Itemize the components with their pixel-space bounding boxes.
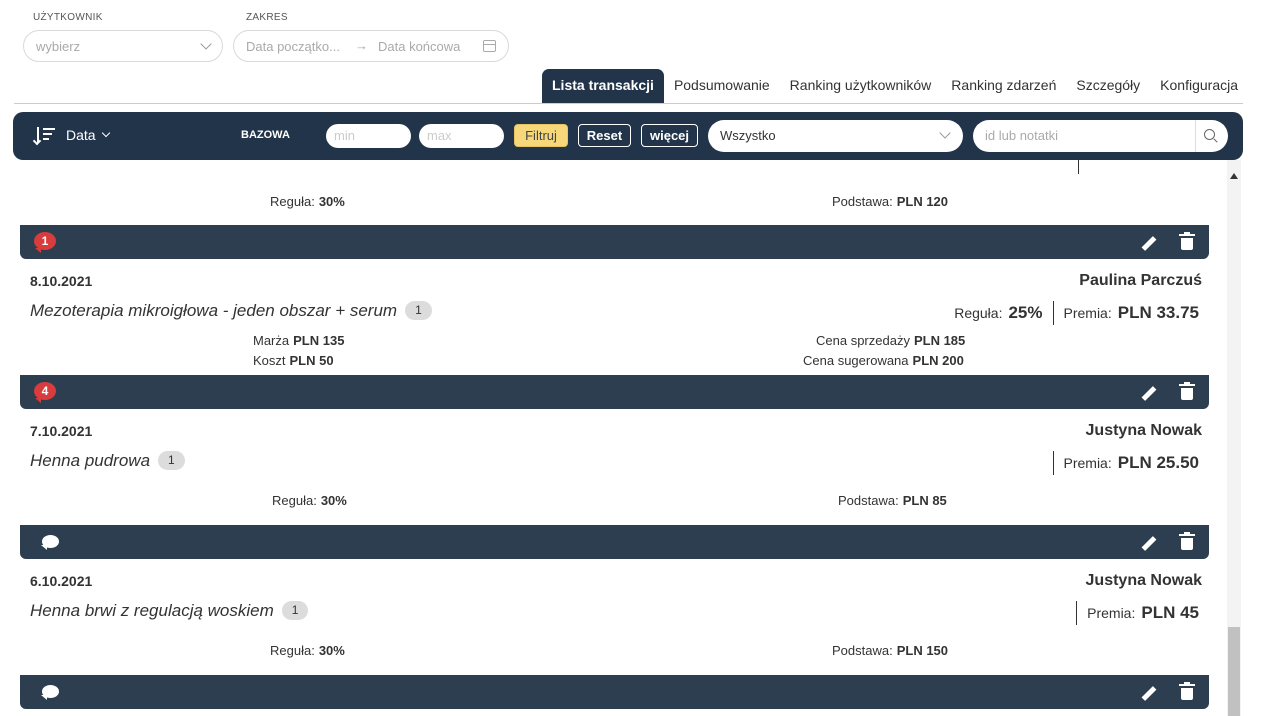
card-footer <box>20 525 1209 559</box>
scrollbar-thumb[interactable] <box>1228 627 1240 716</box>
suggested-price-label: Cena sugerowana <box>803 353 909 368</box>
sort-icon[interactable] <box>32 127 55 146</box>
user-select[interactable]: wybierz <box>23 30 223 62</box>
comment-icon[interactable] <box>41 535 59 550</box>
base-label: BAZOWA <box>241 129 290 141</box>
user-filter-label: UŻYTKOWNIK <box>33 12 103 23</box>
bonus-value: PLN 33.75 <box>1117 303 1199 322</box>
card-footer: 4 <box>20 375 1209 409</box>
base-price-label: Podstawa: <box>832 194 893 209</box>
bonus-value: PLN 45 <box>1141 603 1199 622</box>
bonus-label: Premia: <box>1087 605 1136 621</box>
card-date: 8.10.2021 <box>20 269 103 293</box>
margin-label: Marża <box>253 333 290 348</box>
max-input[interactable]: max <box>419 124 504 148</box>
comment-icon[interactable]: 1 <box>34 232 56 253</box>
trash-icon[interactable] <box>1179 532 1195 550</box>
base-price-value: PLN 120 <box>896 194 949 209</box>
trash-icon[interactable] <box>1179 232 1195 250</box>
user-select-placeholder: wybierz <box>36 39 81 54</box>
card-date: 7.10.2021 <box>20 419 103 443</box>
filter-toolbar: Data BAZOWA min max Filtruj Reset więcej… <box>13 112 1243 160</box>
tab-szczegoly[interactable]: Szczegóły <box>1066 69 1150 103</box>
type-select[interactable]: Wszystko <box>708 120 963 152</box>
card-user: Justyna Nowak <box>1085 422 1202 439</box>
chevron-down-icon <box>200 38 212 50</box>
range-filter-label: ZAKRES <box>246 12 288 23</box>
service-name: Henna brwi z regulacją woskiem <box>30 601 274 620</box>
bonus-value: PLN 25.50 <box>1117 453 1199 472</box>
rule-value: 30% <box>318 194 345 209</box>
date-from-input[interactable]: Data początko... <box>246 39 340 54</box>
tab-ranking-uzytkownikow[interactable]: Ranking użytkowników <box>780 69 942 103</box>
more-button[interactable]: więcej <box>641 124 698 147</box>
card-user: Paulina Parczuś <box>1079 272 1202 289</box>
search-field[interactable]: id lub notatki <box>973 120 1228 152</box>
tab-podsumowanie[interactable]: Podsumowanie <box>664 69 780 103</box>
card-body: Henna pudrowa 1 Premia: PLN 25.50 Reguła:… <box>20 445 1209 525</box>
pencil-icon[interactable] <box>1139 234 1157 252</box>
rule-value: 30% <box>318 643 345 658</box>
margin-value: PLN 135 <box>293 333 345 348</box>
sort-field-label[interactable]: Data <box>66 127 96 143</box>
pencil-icon[interactable] <box>1139 534 1157 552</box>
chevron-down-icon <box>939 127 951 139</box>
comment-icon[interactable] <box>41 685 59 700</box>
calendar-icon <box>483 40 496 52</box>
card-user: Justyna Nowak <box>1085 572 1202 589</box>
service-name: Henna pudrowa <box>30 451 151 470</box>
cost-value: PLN 50 <box>289 353 334 368</box>
rule-label: Reguła: <box>954 305 1003 321</box>
service-name: Mezoterapia mikroigłowa - jeden obszar +… <box>30 301 398 320</box>
bonus-label: Premia: <box>1063 455 1112 471</box>
range-arrow-icon: → <box>355 38 368 53</box>
trash-icon[interactable] <box>1179 682 1195 700</box>
comment-icon[interactable]: 4 <box>34 382 56 403</box>
base-price-label: Podstawa: <box>838 493 899 508</box>
tab-ranking-zdarzen[interactable]: Ranking zdarzeń <box>941 69 1066 103</box>
tab-lista-transakcji[interactable]: Lista transakcji <box>542 69 664 103</box>
base-price-value: PLN 150 <box>896 643 949 658</box>
suggested-price-value: PLN 200 <box>912 353 964 368</box>
date-to-input[interactable]: Data końcowa <box>378 39 460 54</box>
card-body: Henna brwi z regulacją woskiem 1 Premia: … <box>20 595 1209 675</box>
rule-value: 25% <box>1008 303 1043 322</box>
tab-bar: Lista transakcji Podsumowanie Ranking uż… <box>542 69 1248 103</box>
card-footer <box>20 675 1209 709</box>
rule-label: Reguła: <box>270 194 315 209</box>
pencil-icon[interactable] <box>1139 384 1157 402</box>
quantity-badge: 1 <box>405 301 432 320</box>
base-price-label: Podstawa: <box>832 643 893 658</box>
sale-price-value: PLN 185 <box>913 333 966 348</box>
cost-label: Koszt <box>253 353 286 368</box>
scroll-up-arrow-icon[interactable] <box>1230 173 1238 179</box>
bonus-label: Premia: <box>1063 305 1112 321</box>
tab-konfiguracja[interactable]: Konfiguracja <box>1150 69 1248 103</box>
rule-value: 30% <box>320 493 347 508</box>
rule-label: Reguła: <box>272 493 317 508</box>
type-select-value: Wszystko <box>720 128 776 143</box>
sale-price-label: Cena sprzedaży <box>816 333 910 348</box>
tab-divider <box>14 103 1243 104</box>
search-input[interactable]: id lub notatki <box>985 128 1058 143</box>
card-date: 6.10.2021 <box>20 569 103 593</box>
base-price-value: PLN 85 <box>902 493 947 508</box>
quantity-badge: 1 <box>281 601 309 620</box>
min-input[interactable]: min <box>326 124 411 148</box>
filter-button[interactable]: Filtruj <box>514 124 568 147</box>
quantity-badge: 1 <box>158 451 185 470</box>
date-range-picker[interactable]: Data początko... → Data końcowa <box>233 30 509 62</box>
trash-icon[interactable] <box>1179 382 1195 400</box>
card-footer: 1 <box>20 225 1209 259</box>
pencil-icon[interactable] <box>1139 684 1157 702</box>
rule-label: Reguła: <box>270 643 315 658</box>
card-body: Mezoterapia mikroigłowa - jeden obszar +… <box>20 295 1209 375</box>
reset-button[interactable]: Reset <box>578 124 631 147</box>
chevron-down-icon[interactable] <box>101 128 111 138</box>
